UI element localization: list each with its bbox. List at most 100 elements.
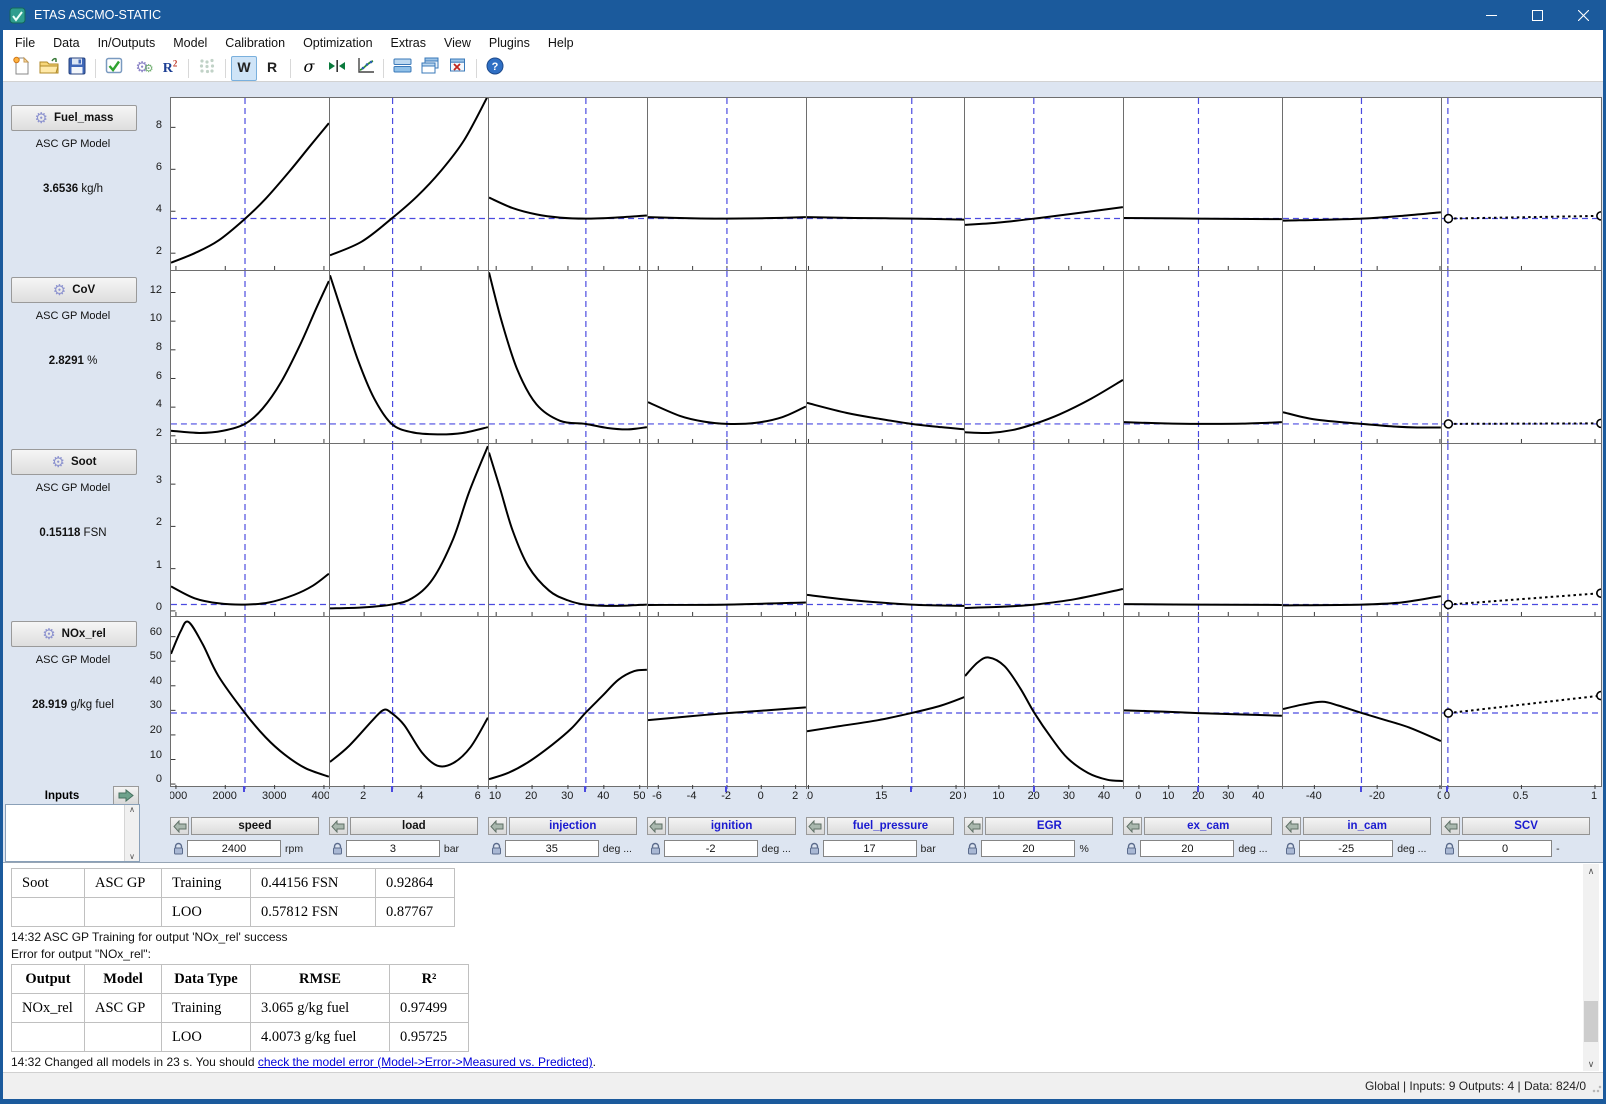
value-input[interactable]: -2 [664,840,758,857]
log-scrollbar[interactable]: ∧ ∨ [1583,864,1599,1071]
shift-left-button[interactable] [488,817,507,835]
plot-cell-soot-scv[interactable] [1442,444,1601,617]
input-name-button[interactable]: EGR [985,817,1113,835]
resize-grip[interactable] [1592,1083,1602,1093]
help-button[interactable]: ? [482,56,508,81]
value-input[interactable]: 35 [505,840,599,857]
input-name-button[interactable]: fuel_pressure [827,817,955,835]
menu-plugins[interactable]: Plugins [480,32,539,54]
plot-cell-cov-injection[interactable] [489,271,648,444]
menu-optimization[interactable]: Optimization [294,32,381,54]
value-input[interactable]: 20 [1140,840,1234,857]
r-squared-button[interactable]: R2 [157,56,183,81]
output-button-soot[interactable]: ⚙Soot [11,449,137,475]
plot-cell-nox_rel-ignition[interactable] [648,617,807,789]
shift-left-button[interactable] [647,817,666,835]
input-name-button[interactable]: injection [509,817,637,835]
value-input[interactable]: 17 [823,840,917,857]
input-name-button[interactable]: ex_cam [1144,817,1272,835]
plot-cell-soot-ignition[interactable] [648,444,807,617]
plot-cell-cov-scv[interactable] [1442,271,1601,444]
lock-icon[interactable] [329,841,346,857]
data-check-button[interactable] [101,56,127,81]
plot-cell-fuel_mass-ex_cam[interactable] [1124,98,1283,271]
sigma-button[interactable]: σ [296,56,322,81]
plot-cell-nox_rel-load[interactable] [330,617,489,789]
lock-icon[interactable] [964,841,981,857]
maximize-icon[interactable] [1514,0,1560,30]
plot-cell-cov-egr[interactable] [965,271,1124,444]
shift-left-button[interactable] [329,817,348,835]
lock-icon[interactable] [170,841,187,857]
plot-cell-nox_rel-scv[interactable] [1442,617,1601,789]
plot-cell-nox_rel-in_cam[interactable] [1283,617,1442,789]
output-button-cov[interactable]: ⚙CoV [11,277,137,303]
open-file-button[interactable] [36,56,62,81]
plot-cell-soot-in_cam[interactable] [1283,444,1442,617]
model-error-link[interactable]: check the model error (Model->Error->Mea… [258,1055,593,1069]
plot-cell-nox_rel-speed[interactable] [171,617,330,789]
input-name-button[interactable]: SCV [1462,817,1590,835]
plot-cell-cov-ignition[interactable] [648,271,807,444]
new-file-button[interactable] [8,56,34,81]
output-button-fuel_mass[interactable]: ⚙Fuel_mass [11,105,137,131]
plot-cell-nox_rel-egr[interactable] [965,617,1124,789]
menu-calibration[interactable]: Calibration [216,32,294,54]
inputs-expand-button[interactable] [113,786,139,805]
input-name-button[interactable]: speed [191,817,319,835]
lock-icon[interactable] [647,841,664,857]
lock-icon[interactable] [1282,841,1299,857]
plot-cell-cov-speed[interactable] [171,271,330,444]
shift-left-button[interactable] [1282,817,1301,835]
plot-cell-cov-in_cam[interactable] [1283,271,1442,444]
value-input[interactable]: -25 [1299,840,1393,857]
plot-cell-nox_rel-injection[interactable] [489,617,648,789]
shift-left-button[interactable] [1441,817,1460,835]
cascade-windows-button[interactable] [417,56,443,81]
plot-cell-nox_rel-fuel_pressure[interactable] [807,617,966,789]
weighting-button[interactable]: W [231,56,257,81]
tile-horizontal-button[interactable] [389,56,415,81]
inputs-listbox[interactable]: ∧∨ [5,804,140,862]
compress-axes-button[interactable] [324,56,350,81]
output-button-nox_rel[interactable]: ⚙NOx_rel [11,621,137,647]
doe-scatter-button[interactable] [194,56,220,81]
inputs-scrollbar[interactable]: ∧∨ [124,805,139,861]
menu-model[interactable]: Model [164,32,216,54]
shift-left-button[interactable] [806,817,825,835]
plot-cell-soot-egr[interactable] [965,444,1124,617]
residuals-button[interactable]: R [259,56,285,81]
menu-in-outputs[interactable]: In/Outputs [89,32,165,54]
plot-cell-fuel_mass-fuel_pressure[interactable] [807,98,966,271]
value-input[interactable]: 3 [346,840,440,857]
value-input[interactable]: 2400 [187,840,281,857]
save-button[interactable] [64,56,90,81]
menu-help[interactable]: Help [539,32,583,54]
shift-left-button[interactable] [1123,817,1142,835]
close-window-button[interactable] [445,56,471,81]
scroll-up-icon[interactable]: ∧ [129,805,135,814]
plot-cell-nox_rel-ex_cam[interactable] [1124,617,1283,789]
plot-cell-fuel_mass-egr[interactable] [965,98,1124,271]
scroll-down-icon[interactable]: ∨ [129,852,135,861]
plot-cell-fuel_mass-in_cam[interactable] [1283,98,1442,271]
menu-view[interactable]: View [435,32,480,54]
menu-extras[interactable]: Extras [382,32,435,54]
lock-icon[interactable] [1441,841,1458,857]
scroll-down-icon[interactable]: ∨ [1588,1057,1595,1071]
plot-cell-soot-ex_cam[interactable] [1124,444,1283,617]
plot-cell-soot-fuel_pressure[interactable] [807,444,966,617]
lock-icon[interactable] [488,841,505,857]
shift-left-button[interactable] [170,817,189,835]
plot-cell-cov-load[interactable] [330,271,489,444]
value-input[interactable]: 20 [981,840,1075,857]
model-gears-button[interactable]: ⚙⚙ [129,56,155,81]
close-icon[interactable] [1560,0,1606,30]
plot-cell-fuel_mass-injection[interactable] [489,98,648,271]
plot-cell-cov-ex_cam[interactable] [1124,271,1283,444]
menu-data[interactable]: Data [44,32,88,54]
minimize-icon[interactable] [1468,0,1514,30]
lock-icon[interactable] [1123,841,1140,857]
shift-left-button[interactable] [964,817,983,835]
plot-cell-soot-injection[interactable] [489,444,648,617]
